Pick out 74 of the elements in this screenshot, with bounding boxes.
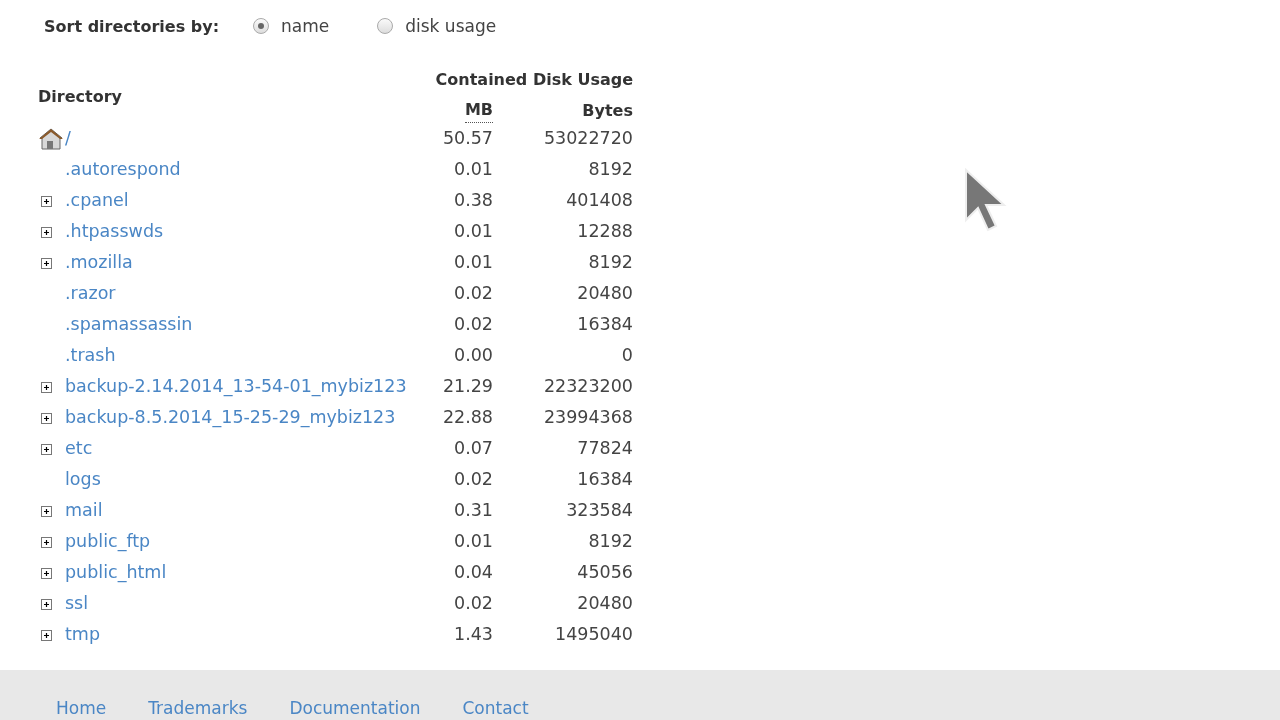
mb-cell-text: 0.01 bbox=[454, 220, 493, 243]
column-header: Bytes bbox=[582, 100, 633, 122]
bytes-cell-text: 12288 bbox=[577, 220, 633, 243]
expand-icon[interactable] bbox=[41, 413, 52, 424]
column-group-header: Contained Disk Usage bbox=[435, 70, 633, 91]
expand-icon[interactable] bbox=[41, 444, 52, 455]
directory-link[interactable]: ssl bbox=[65, 588, 425, 619]
expand-icon[interactable] bbox=[41, 196, 52, 207]
expand-icon[interactable] bbox=[41, 568, 52, 579]
bytes-cell-text: 8192 bbox=[588, 251, 633, 274]
directory-link[interactable]: public_ftp bbox=[65, 526, 425, 557]
directory-link[interactable]: .mozilla bbox=[65, 247, 425, 278]
mb-cell-text: 22.88 bbox=[442, 406, 493, 429]
mb-cell-text: 0.01 bbox=[454, 530, 493, 553]
expand-icon[interactable] bbox=[41, 537, 52, 548]
bytes-cell-text: 1495040 bbox=[555, 623, 633, 646]
mb-cell-text: 21.29 bbox=[442, 375, 493, 398]
column-header: Directory bbox=[38, 87, 123, 106]
bytes-cell-text: 323584 bbox=[566, 499, 633, 522]
mb-cell-text: 0.01 bbox=[454, 158, 493, 181]
house-icon bbox=[38, 126, 64, 151]
directory-link[interactable]: .cpanel bbox=[65, 185, 425, 216]
directory-link[interactable]: / bbox=[65, 123, 425, 154]
bytes-cell-text: 20480 bbox=[577, 282, 633, 305]
mb-cell-text: 0.01 bbox=[454, 251, 493, 274]
mb-cell-text: 0.02 bbox=[454, 282, 493, 305]
bytes-cell-text: 16384 bbox=[577, 313, 633, 336]
footer-link[interactable]: Trademarks bbox=[148, 698, 248, 720]
bytes-cell-text: 16384 bbox=[577, 468, 633, 491]
footer-link[interactable]: Documentation bbox=[289, 698, 421, 720]
directory-link[interactable]: backup-8.5.2014_15-25-29_mybiz123 bbox=[65, 402, 425, 433]
bytes-cell-text: 23994368 bbox=[543, 406, 633, 429]
directory-link[interactable]: .razor bbox=[65, 278, 425, 309]
bytes-cell-text: 20480 bbox=[577, 592, 633, 615]
expand-icon[interactable] bbox=[41, 506, 52, 517]
mb-cell-text: 0.00 bbox=[454, 344, 493, 367]
bytes-cell-text: 45056 bbox=[577, 561, 633, 584]
mb-cell-text: 0.07 bbox=[454, 437, 493, 460]
mb-cell-text: 0.38 bbox=[454, 189, 493, 212]
mb-cell-text: 0.31 bbox=[454, 499, 493, 522]
bytes-cell-text: 77824 bbox=[577, 437, 633, 460]
directory-link[interactable]: logs bbox=[65, 464, 425, 495]
mb-cell-text: 0.02 bbox=[454, 313, 493, 336]
directory-link[interactable]: etc bbox=[65, 433, 425, 464]
mb-cell-text: 0.04 bbox=[454, 561, 493, 584]
bytes-cell-text: 22323200 bbox=[543, 375, 633, 398]
footer-link[interactable]: Contact bbox=[462, 698, 529, 720]
sort-option[interactable]: name bbox=[253, 16, 330, 36]
directory-link[interactable]: .spamassassin bbox=[65, 309, 425, 340]
footer-link[interactable]: Home bbox=[56, 698, 107, 720]
directory-link[interactable]: .htpasswds bbox=[65, 216, 425, 247]
directory-link[interactable]: public_html bbox=[65, 557, 425, 588]
bytes-cell-text: 0 bbox=[621, 344, 633, 367]
mb-cell-text: 0.02 bbox=[454, 592, 493, 615]
directory-link[interactable]: mail bbox=[65, 495, 425, 526]
sort-option[interactable]: disk usage bbox=[377, 16, 497, 36]
bytes-cell-text: 53022720 bbox=[543, 127, 633, 150]
bytes-cell-text: 8192 bbox=[588, 530, 633, 553]
mb-cell-text: 1.43 bbox=[454, 623, 493, 646]
expand-icon[interactable] bbox=[41, 258, 52, 269]
directory-link[interactable]: tmp bbox=[65, 619, 425, 650]
bytes-cell-text: 8192 bbox=[588, 158, 633, 181]
expand-icon[interactable] bbox=[41, 599, 52, 610]
directory-link[interactable]: .trash bbox=[65, 340, 425, 371]
directory-link[interactable]: backup-2.14.2014_13-54-01_mybiz123 bbox=[65, 371, 425, 402]
expand-icon[interactable] bbox=[41, 382, 52, 393]
bytes-cell-text: 401408 bbox=[566, 189, 633, 212]
mb-cell-text: 50.57 bbox=[442, 127, 493, 150]
column-header: MB bbox=[464, 100, 493, 123]
directory-link[interactable]: .autorespond bbox=[65, 154, 425, 185]
mb-cell-text: 0.02 bbox=[454, 468, 493, 491]
expand-icon[interactable] bbox=[41, 630, 52, 641]
expand-icon[interactable] bbox=[41, 227, 52, 238]
sort-label: Sort directories by: bbox=[44, 16, 220, 36]
